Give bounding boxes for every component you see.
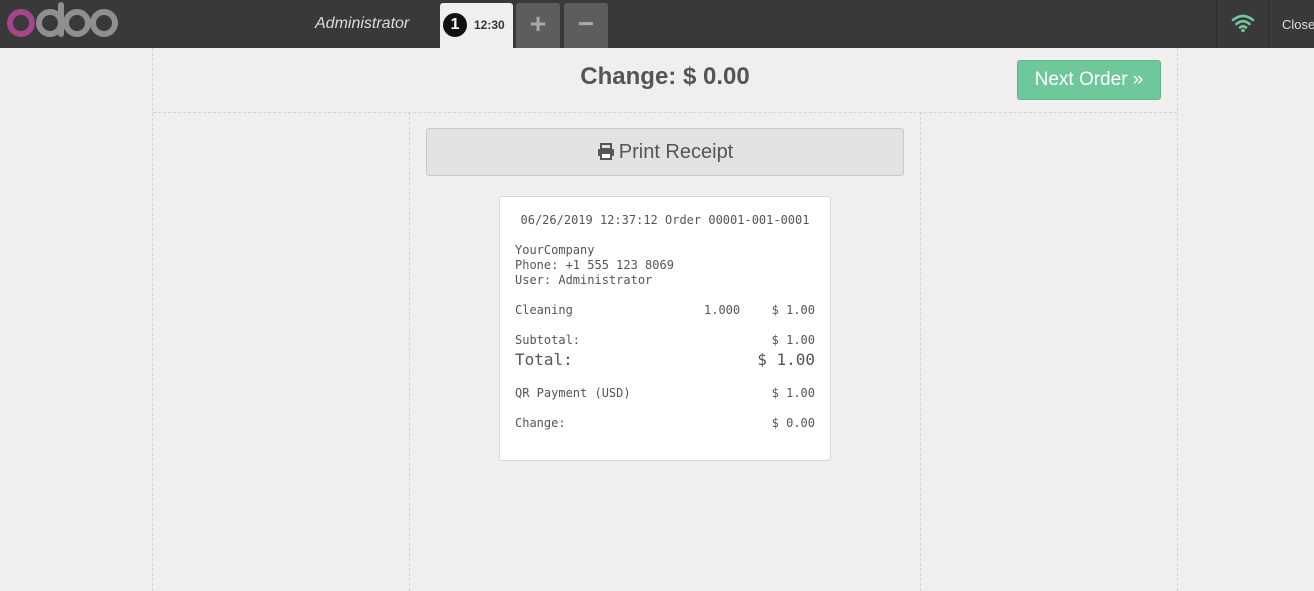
divider: [1268, 0, 1269, 48]
close-button[interactable]: Close: [1282, 17, 1314, 32]
payment-value: $ 1.00: [771, 386, 815, 400]
divider: [1216, 0, 1217, 48]
printer-icon: [597, 143, 614, 160]
print-receipt-button[interactable]: Print Receipt: [426, 128, 904, 176]
cashier-user: User: Administrator: [515, 273, 653, 287]
total-label: Total:: [515, 350, 573, 369]
orderline-product: Cleaning: [515, 303, 573, 317]
remove-order-button[interactable]: −: [564, 3, 608, 48]
add-order-button[interactable]: +: [516, 3, 560, 48]
print-receipt-label: Print Receipt: [618, 141, 734, 163]
change-value: $ 0.00: [771, 416, 815, 430]
company-phone: Phone: +1 555 123 8069: [515, 258, 674, 272]
company-name: YourCompany: [515, 243, 595, 257]
subtotal-label: Subtotal:: [515, 333, 581, 347]
top-bar: Administrator 1 12:30 + − Close: [0, 0, 1314, 48]
order-time: 12:30: [474, 18, 505, 32]
layout-guide: [409, 112, 410, 591]
subtotal-value: $ 1.00: [771, 333, 815, 347]
receipt-header: 06/26/2019 12:37:12 Order 00001-001-0001: [520, 213, 810, 227]
layout-guide: [152, 48, 153, 591]
layout-guide: [920, 112, 921, 591]
layout-guide: [153, 112, 1177, 113]
order-sequence-badge: 1: [443, 13, 467, 37]
orderline-qty: 1.000: [704, 303, 741, 317]
wifi-icon[interactable]: [1231, 13, 1255, 33]
change-label: Change:: [515, 416, 566, 430]
username-label: Administrator: [315, 15, 410, 32]
next-order-button[interactable]: Next Order »: [1017, 60, 1161, 100]
receipt: 06/26/2019 12:37:12 Order 00001-001-0001…: [499, 196, 831, 461]
payment-label: QR Payment (USD): [515, 386, 631, 400]
total-value: $ 1.00: [757, 350, 815, 369]
layout-guide: [1177, 48, 1178, 591]
odoo-logo: [7, 2, 118, 37]
orderline-price: $ 1.00: [771, 303, 815, 317]
order-tab[interactable]: 1 12:30: [440, 3, 513, 48]
